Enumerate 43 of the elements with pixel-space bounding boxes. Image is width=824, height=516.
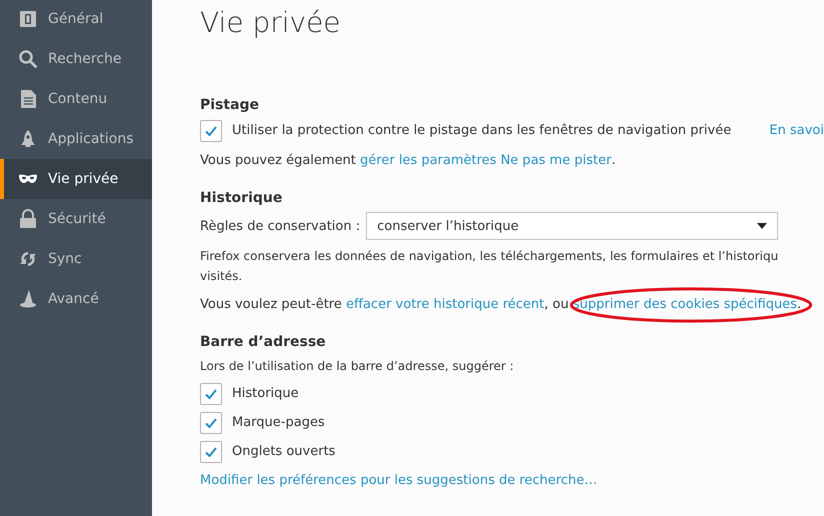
padlock-icon — [18, 209, 38, 229]
check-icon — [204, 416, 218, 430]
checkbox[interactable] — [200, 412, 222, 434]
sync-icon — [18, 249, 38, 269]
check-icon — [204, 444, 218, 458]
switch-icon — [18, 9, 38, 29]
rocket-icon — [18, 129, 38, 149]
sidebar-item[interactable]: Recherche — [0, 39, 152, 79]
sidebar-item[interactable]: Applications — [0, 119, 152, 159]
checkbox[interactable] — [200, 382, 222, 404]
sentence-text: Vous voulez peut-être effacer votre historique récent, ou supprimer des cookies spécifiques. — [200, 289, 824, 319]
search-icon — [18, 49, 38, 69]
link[interactable]: Modifier les préférences pour les suggestions de recherche… — [200, 473, 598, 488]
page-title: Vie privée — [200, 6, 342, 41]
wizard-hat-icon — [18, 289, 38, 309]
description-text: Firefox conservera les données de navigation, les téléchargements, les formulaires et l’historiqu visités. — [200, 248, 780, 285]
checkbox[interactable] — [200, 440, 222, 462]
learn-more-link[interactable]: En savoi — [769, 123, 824, 138]
sidebar-item[interactable]: Sync — [0, 239, 152, 279]
checkbox-label[interactable]: Onglets ouverts — [232, 444, 336, 459]
caret-icon — [757, 223, 768, 229]
description-text: Lors de l’utilisation de la barre d’adresse, suggérer : — [200, 358, 515, 375]
section-heading: Pistage — [200, 96, 260, 115]
link[interactable]: supprimer des cookies spécifiques — [572, 296, 797, 312]
sidebar-item[interactable]: Avancé — [0, 279, 152, 319]
checkbox-label[interactable]: Marque-pages — [232, 415, 325, 430]
dropdown[interactable]: conserver l’historique — [366, 212, 778, 240]
checkbox-label[interactable]: Historique — [232, 386, 299, 401]
document-icon — [18, 89, 38, 109]
link[interactable]: effacer votre historique récent — [346, 296, 544, 312]
checkbox[interactable] — [200, 120, 222, 142]
section-heading: Historique — [200, 189, 284, 208]
link[interactable]: gérer les paramètres Ne pas me pister — [360, 152, 612, 168]
section-heading: Barre d’adresse — [200, 333, 327, 352]
check-icon — [204, 124, 218, 138]
sidebar-item[interactable]: Contenu — [0, 79, 152, 119]
sidebar-item[interactable]: Vie privée — [0, 159, 152, 199]
sentence-text: Vous pouvez également gérer les paramètres Ne pas me pister. — [200, 152, 617, 170]
checkbox-label[interactable]: Utiliser la protection contre le pistage dans les fenêtres de navigation privée — [232, 123, 732, 138]
select-label: Règles de conservation : — [200, 218, 360, 234]
check-icon — [204, 386, 218, 400]
sidebar-item[interactable]: Sécurité — [0, 199, 152, 239]
sidebar-item[interactable]: Général — [0, 0, 152, 39]
